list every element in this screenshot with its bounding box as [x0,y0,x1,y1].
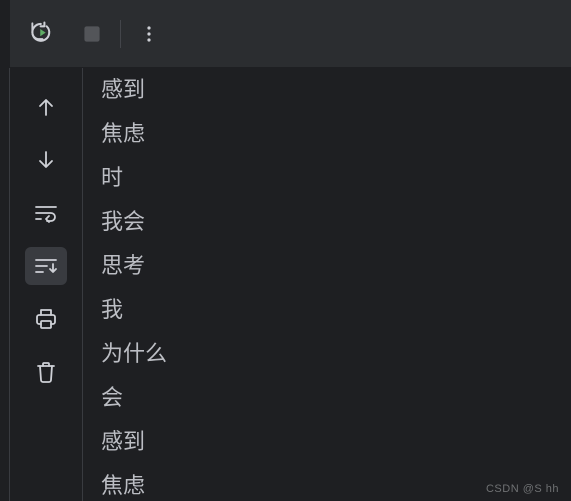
run-toolbar [10,0,571,68]
print-icon [34,307,58,331]
main-area: 感到 焦虑 时 我会 思考 我 为什么 会 感到 焦虑 [0,68,571,501]
more-actions-button[interactable] [129,14,169,54]
output-line: 感到 [101,420,571,464]
soft-wrap-icon [33,201,59,225]
scroll-to-end-button[interactable] [25,247,67,285]
output-line: 我 [101,288,571,332]
output-line: 为什么 [101,332,571,376]
stop-button[interactable] [72,14,112,54]
scroll-down-button[interactable] [25,141,67,179]
output-gutter [9,68,83,501]
watermark: CSDN @S hh [486,483,559,495]
scroll-up-button[interactable] [25,88,67,126]
output-line: 我会 [101,200,571,244]
trash-icon [34,360,58,384]
rerun-icon [29,20,56,47]
output-line: 会 [101,376,571,420]
clear-all-button[interactable] [25,353,67,391]
print-button[interactable] [25,300,67,338]
scroll-end-icon [33,254,59,278]
output-line: 焦虑 [101,112,571,156]
output-line: 感到 [101,68,571,112]
more-vertical-icon [137,22,161,46]
arrow-up-icon [34,95,58,119]
rerun-button[interactable] [22,14,62,54]
console-output[interactable]: 感到 焦虑 时 我会 思考 我 为什么 会 感到 焦虑 [83,68,571,501]
stop-icon [79,21,105,47]
output-line: 时 [101,156,571,200]
soft-wrap-button[interactable] [25,194,67,232]
toolbar-separator [120,20,121,48]
output-line: 思考 [101,244,571,288]
arrow-down-icon [34,148,58,172]
